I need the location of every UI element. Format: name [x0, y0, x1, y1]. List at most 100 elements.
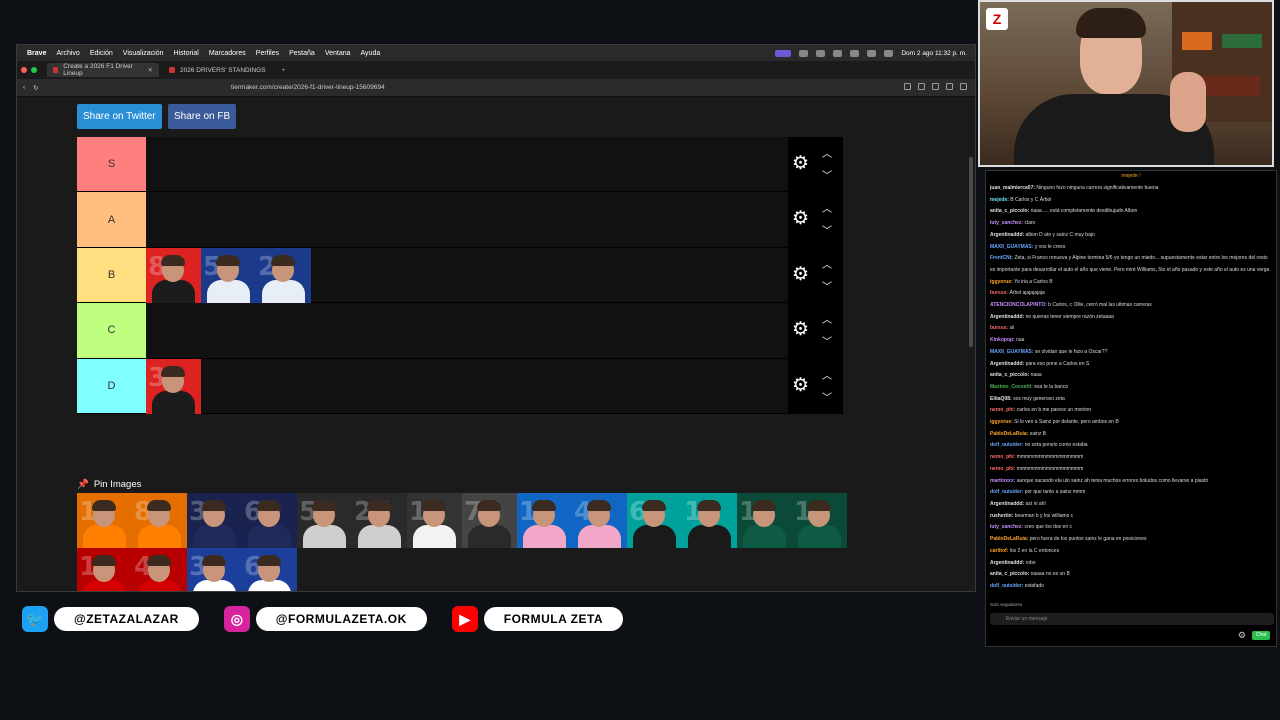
chat-username[interactable]: Argentinaddd:: [990, 501, 1024, 507]
tier-label[interactable]: S: [77, 137, 146, 192]
gear-icon[interactable]: ⚙: [792, 376, 810, 395]
url-field[interactable]: tiermaker.com/create/2026-f1-driver-line…: [231, 84, 385, 91]
gear-icon[interactable]: ⚙: [792, 209, 810, 228]
driver-card[interactable]: 14: [737, 493, 792, 548]
chevron-down-icon[interactable]: ﹀: [822, 222, 832, 237]
tier-dropzone[interactable]: [146, 192, 788, 247]
back-icon[interactable]: ‹: [23, 84, 25, 91]
status-icon[interactable]: [833, 49, 843, 57]
status-icon[interactable]: [816, 49, 826, 57]
gear-icon[interactable]: ⚙: [792, 265, 810, 284]
chat-username[interactable]: luty_sanchez:: [990, 524, 1023, 530]
chat-username[interactable]: PabloDeLaRuia:: [990, 536, 1028, 542]
tier-dropzone[interactable]: 31: [146, 358, 788, 414]
menu-perfiles[interactable]: Perfiles: [256, 50, 279, 57]
driver-card[interactable]: 1: [77, 493, 132, 548]
new-tab-button[interactable]: +: [276, 63, 292, 77]
chat-username[interactable]: Argentinaddd:: [990, 560, 1024, 566]
chat-username[interactable]: nemo_phi:: [990, 466, 1015, 472]
driver-card[interactable]: 23: [256, 247, 311, 303]
driver-card[interactable]: 6: [242, 548, 297, 591]
extensions-icon[interactable]: [946, 83, 953, 90]
driver-card[interactable]: 5: [297, 493, 352, 548]
driver-card[interactable]: 77: [462, 493, 517, 548]
chat-username[interactable]: anita_c_piccolo:: [990, 372, 1029, 378]
driver-card[interactable]: 6: [242, 493, 297, 548]
tier-label[interactable]: D: [77, 358, 146, 413]
chat-username[interactable]: dolf_outsider:: [990, 489, 1023, 495]
chat-username[interactable]: Kinkopop:: [990, 337, 1015, 343]
close-window-button[interactable]: [21, 67, 27, 73]
tabs-icon[interactable]: [918, 83, 925, 90]
chat-username[interactable]: luty_sanchez:: [990, 220, 1023, 226]
chat-username[interactable]: ATENCIONCOLAPINTO:: [990, 302, 1047, 308]
chat-username[interactable]: Argentinaddd:: [990, 314, 1024, 320]
menubar-datetime[interactable]: Dom 2 ago 11:32 p. m.: [901, 50, 967, 57]
share-twitter-button[interactable]: Share on Twitter: [77, 104, 162, 129]
chevron-up-icon[interactable]: ︿: [822, 256, 832, 271]
menu-archivo[interactable]: Archivo: [56, 50, 79, 57]
chevron-up-icon[interactable]: ︿: [822, 145, 832, 160]
driver-card[interactable]: 43: [572, 493, 627, 548]
chat-username[interactable]: Argentinaddd:: [990, 232, 1024, 238]
driver-card[interactable]: 16: [77, 548, 132, 591]
chevron-down-icon[interactable]: ﹀: [822, 389, 832, 404]
driver-card[interactable]: 18: [792, 493, 847, 548]
tier-dropzone[interactable]: 87 55 23: [146, 247, 788, 303]
search-icon[interactable]: [867, 49, 877, 57]
tier-label[interactable]: B: [77, 247, 146, 303]
driver-card[interactable]: 12: [682, 493, 737, 548]
menu-edicion[interactable]: Edición: [90, 50, 113, 57]
chat-username[interactable]: martinxxx:: [990, 478, 1015, 484]
driver-card[interactable]: 27: [352, 493, 407, 548]
menu-app[interactable]: Brave: [27, 50, 46, 57]
chat-username[interactable]: ElitaQ08:: [990, 396, 1012, 402]
chat-username[interactable]: nemo_phi:: [990, 407, 1015, 413]
driver-card[interactable]: 63: [627, 493, 682, 548]
wifi-icon[interactable]: [850, 49, 860, 57]
driver-card[interactable]: 11: [407, 493, 462, 548]
chat-username[interactable]: bursss:: [990, 325, 1008, 331]
driver-card[interactable]: 87: [146, 247, 201, 303]
chat-username[interactable]: rushertin:: [990, 513, 1013, 519]
chat-username[interactable]: Maximo_Cossetti:: [990, 384, 1033, 390]
driver-card[interactable]: 44: [132, 548, 187, 591]
tier-dropzone[interactable]: [146, 303, 788, 358]
chat-send-button[interactable]: Chat: [1252, 631, 1270, 640]
screen-share-icon[interactable]: [775, 49, 792, 57]
tab-tiermaker[interactable]: Create a 2026 F1 Driver Lineup ✕: [47, 63, 159, 77]
sidebar-icon[interactable]: [904, 83, 911, 90]
chat-username[interactable]: PabloDeLaRuia:: [990, 431, 1028, 437]
chat-username[interactable]: juan_malmierca07:: [990, 185, 1035, 191]
status-icon[interactable]: [799, 49, 809, 57]
chevron-down-icon[interactable]: ﹀: [822, 167, 832, 182]
gear-icon[interactable]: ⚙: [792, 320, 810, 339]
wallet-icon[interactable]: [932, 83, 939, 90]
chat-username[interactable]: mejede:: [990, 197, 1009, 203]
menu-ventana[interactable]: Ventana: [325, 50, 351, 57]
chevron-up-icon[interactable]: ︿: [822, 367, 832, 382]
chat-username[interactable]: MAXII_GUAYMAS:: [990, 244, 1033, 250]
chevron-up-icon[interactable]: ︿: [822, 311, 832, 326]
tab-standings[interactable]: 2026 DRIVERS' STANDINGS: [163, 63, 272, 77]
close-tab-icon[interactable]: ✕: [148, 66, 153, 74]
driver-card[interactable]: 10: [517, 493, 572, 548]
chat-settings-icon[interactable]: ⚙: [1238, 630, 1246, 641]
chat-username[interactable]: FrentCNt:: [990, 255, 1013, 261]
pin-images-toggle[interactable]: 📌 Pin Images: [77, 479, 141, 490]
share-fb-button[interactable]: Share on FB: [168, 104, 237, 129]
chat-username[interactable]: dolf_outsider:: [990, 442, 1023, 448]
chat-username[interactable]: dolf_outsider:: [990, 583, 1023, 589]
chat-username[interactable]: anita_c_piccolo:: [990, 208, 1029, 214]
driver-card[interactable]: 81: [132, 493, 187, 548]
chat-username[interactable]: iggyorue:: [990, 279, 1013, 285]
tier-label[interactable]: A: [77, 192, 146, 247]
chat-username[interactable]: anita_c_piccolo:: [990, 571, 1029, 577]
chat-username[interactable]: iggyorue:: [990, 419, 1013, 425]
menu-historial[interactable]: Historial: [174, 50, 199, 57]
chat-username[interactable]: bursss:: [990, 290, 1008, 296]
chevron-down-icon[interactable]: ﹀: [822, 333, 832, 348]
chevron-up-icon[interactable]: ︿: [822, 200, 832, 215]
chat-username[interactable]: nemo_phi:: [990, 454, 1015, 460]
chat-username[interactable]: Argentinaddd:: [990, 361, 1024, 367]
